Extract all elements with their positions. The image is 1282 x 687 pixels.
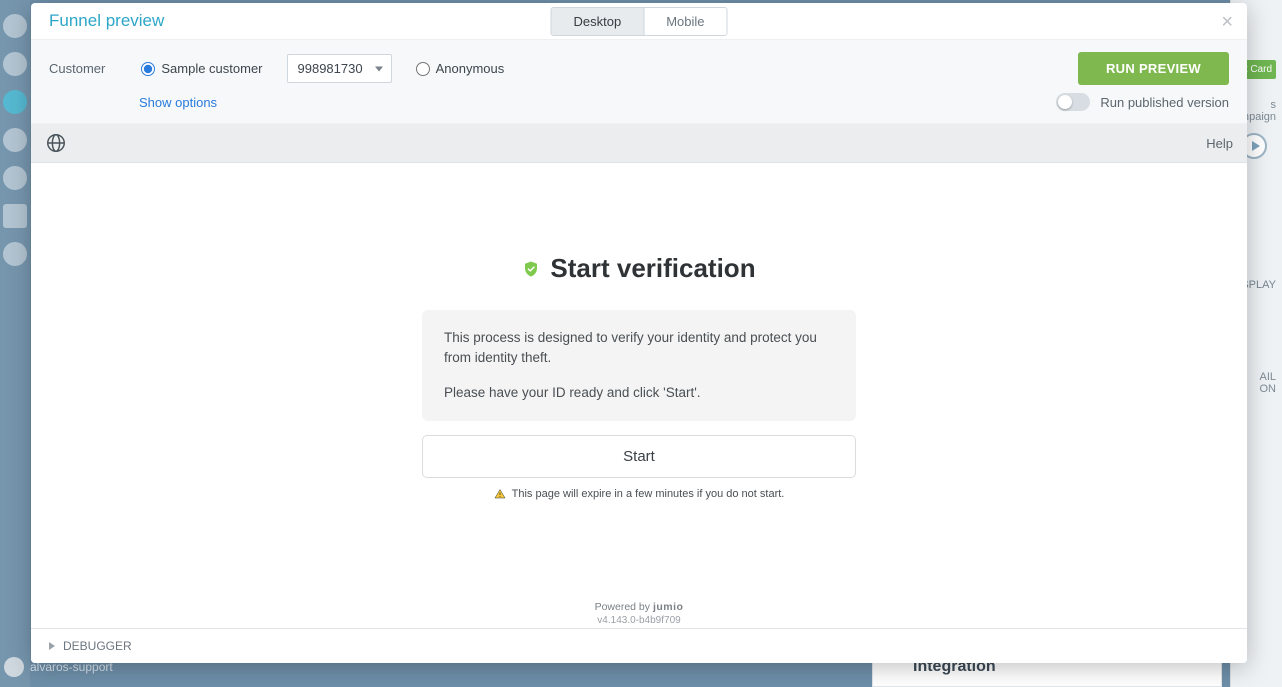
customer-label: Customer (49, 61, 105, 76)
version-text: v4.143.0-b4b9f709 (595, 615, 684, 626)
close-icon[interactable]: × (1221, 11, 1233, 34)
shield-check-icon (522, 259, 540, 279)
funnel-preview-modal: Funnel preview Desktop Mobile × Customer… (31, 3, 1247, 663)
rail-icon[interactable] (3, 204, 27, 228)
radio-sample-input[interactable] (141, 62, 155, 76)
globe-icon[interactable] (45, 132, 67, 154)
expire-text: This page will expire in a few minutes i… (512, 488, 785, 500)
radio-sample-label: Sample customer (161, 61, 262, 76)
radio-sample-customer[interactable]: Sample customer (141, 61, 262, 76)
rail-icon[interactable] (3, 128, 27, 152)
run-published-toggle[interactable]: Run published version (1056, 93, 1229, 111)
tab-mobile[interactable]: Mobile (643, 8, 726, 35)
debugger-label: DEBUGGER (63, 639, 132, 653)
app-left-rail (0, 0, 30, 687)
show-options-link[interactable]: Show options (139, 95, 217, 110)
expire-notice: This page will expire in a few minutes i… (494, 488, 785, 500)
powered-by: Powered by jumio v4.143.0-b4b9f709 (595, 601, 684, 628)
customer-id-value: 998981730 (298, 61, 363, 76)
rail-icon[interactable] (3, 90, 27, 114)
chevron-down-icon (375, 66, 383, 71)
modal-header: Funnel preview Desktop Mobile × (31, 3, 1247, 40)
verification-title-text: Start verification (550, 253, 755, 284)
preview-toolbar: Help (31, 124, 1247, 163)
radio-anon-label: Anonymous (436, 61, 505, 76)
warning-icon (494, 488, 506, 500)
powered-brand: jumio (653, 601, 684, 613)
tab-desktop[interactable]: Desktop (552, 8, 644, 35)
verification-description: This process is designed to verify your … (422, 310, 856, 421)
rail-icon[interactable] (3, 14, 27, 38)
powered-prefix: Powered by (595, 601, 653, 613)
verification-line2: Please have your ID ready and click 'Sta… (444, 383, 834, 403)
rail-icon[interactable] (3, 166, 27, 190)
radio-anon-input[interactable] (416, 62, 430, 76)
verification-line1: This process is designed to verify your … (444, 328, 834, 369)
customer-id-select[interactable]: 998981730 (287, 54, 392, 83)
preview-pane: Start verification This process is desig… (31, 163, 1247, 628)
options-bar: Customer Sample customer 998981730 Anony… (31, 40, 1247, 124)
start-button[interactable]: Start (422, 435, 856, 478)
help-link[interactable]: Help (1206, 136, 1233, 151)
avatar-icon (4, 657, 24, 677)
expand-icon (49, 642, 55, 650)
debugger-panel[interactable]: DEBUGGER (31, 628, 1247, 663)
toggle-switch[interactable] (1056, 93, 1090, 111)
view-toggle: Desktop Mobile (551, 7, 728, 36)
verification-title: Start verification (522, 253, 755, 284)
rail-icon[interactable] (3, 242, 27, 266)
rail-icon[interactable] (3, 52, 27, 76)
radio-anonymous[interactable]: Anonymous (416, 61, 505, 76)
modal-title: Funnel preview (49, 11, 164, 31)
run-preview-button[interactable]: RUN PREVIEW (1078, 52, 1229, 85)
toggle-label: Run published version (1100, 95, 1229, 110)
